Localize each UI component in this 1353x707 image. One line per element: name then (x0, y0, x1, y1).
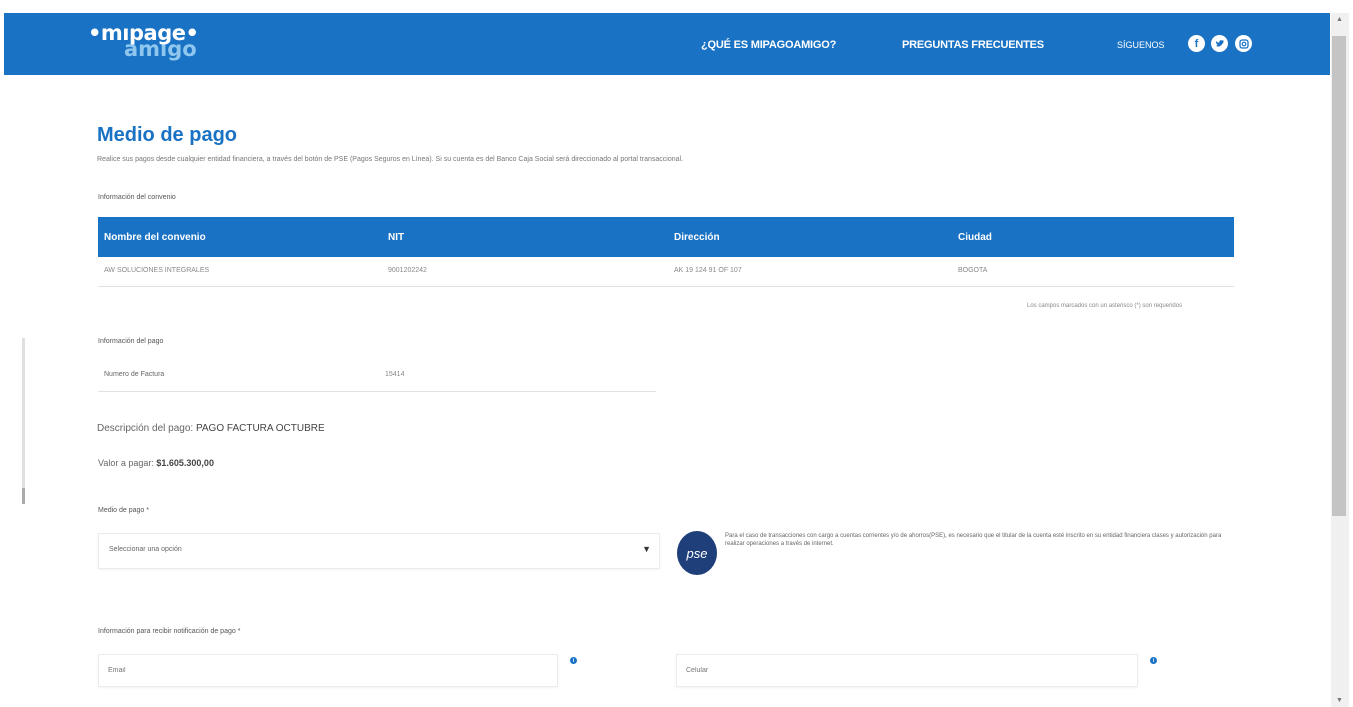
cell-direccion: AK 19 124 91 OF 107 (674, 267, 742, 274)
amount-label: Valor a pagar: (98, 458, 154, 468)
page-intro: Realice sus pagos desde cualquier entida… (97, 156, 684, 163)
top-navbar: •mıpage• amıgo ¿QUÉ ES MIPAGOAMIGO? PREG… (4, 13, 1330, 75)
email-field[interactable] (98, 654, 558, 687)
scroll-down-icon[interactable]: ▼ (1336, 697, 1343, 704)
amount-value: $1.605.300,00 (156, 458, 214, 468)
nav-link-que-es[interactable]: ¿QUÉ ES MIPAGOAMIGO? (701, 39, 836, 51)
payment-description: Descripción del pago: PAGO FACTURA OCTUB… (97, 423, 325, 434)
invoice-value: 15414 (385, 371, 405, 378)
payment-method-select[interactable]: Seleccionar una opción ▼ (98, 533, 660, 569)
scrollbar-thumb[interactable] (1332, 36, 1346, 516)
cell-ciudad: BOGOTA (958, 267, 988, 274)
table-row: AW SOLUCIONES INTEGRALES 9001202242 AK 1… (98, 257, 1234, 287)
side-decoration (22, 338, 25, 504)
scroll-up-icon[interactable]: ▲ (1336, 16, 1343, 23)
instagram-icon[interactable] (1235, 35, 1252, 52)
twitter-icon[interactable] (1211, 35, 1228, 52)
table-header: Nombre del convenio NIT Dirección Ciudad (98, 217, 1234, 257)
celular-info-icon[interactable]: i (1150, 657, 1157, 664)
column-header-nit: NIT (388, 232, 405, 243)
description-value: PAGO FACTURA OCTUBRE (195, 423, 325, 434)
column-header-direccion: Dirección (674, 232, 720, 243)
invoice-label: Numero de Factura (104, 371, 165, 378)
pse-logo: pse (677, 531, 717, 575)
nav-link-preguntas-frecuentes[interactable]: PREGUNTAS FRECUENTES (902, 39, 1044, 51)
payment-amount: Valor a pagar: $1.605.300,00 (98, 458, 214, 468)
dropdown-arrow-icon: ▼ (642, 544, 651, 554)
cell-nit: 9001202242 (388, 267, 427, 274)
required-fields-note: Los campos marcados con un asterisco (*)… (1027, 303, 1183, 309)
pse-info-text: Para el caso de transacciones con cargo … (725, 533, 1222, 547)
medio-pago-label: Medio de pago * (98, 507, 149, 514)
description-label: Descripción del pago: (97, 423, 194, 434)
column-header-ciudad: Ciudad (958, 232, 992, 243)
pago-section-label: Información del pago (98, 338, 164, 345)
email-info-icon[interactable]: i (570, 657, 577, 664)
payment-method-selected-value: Seleccionar una opción (109, 546, 182, 553)
celular-field[interactable] (676, 654, 1138, 687)
column-header-nombre: Nombre del convenio (104, 232, 206, 243)
cell-nombre: AW SOLUCIONES INTEGRALES (104, 267, 210, 274)
follow-label: SÍGUENOS (1117, 40, 1165, 50)
invoice-row: Numero de Factura 15414 (98, 363, 656, 392)
convenio-table: Nombre del convenio NIT Dirección Ciudad… (98, 217, 1234, 287)
logo-line-2: amıgo (124, 37, 197, 61)
facebook-icon[interactable]: f (1188, 35, 1205, 52)
convenio-section-label: Información del convenio (98, 194, 176, 201)
notificacion-label: Información para recibir notificación de… (98, 628, 241, 635)
page-title: Medio de pago (97, 124, 237, 146)
